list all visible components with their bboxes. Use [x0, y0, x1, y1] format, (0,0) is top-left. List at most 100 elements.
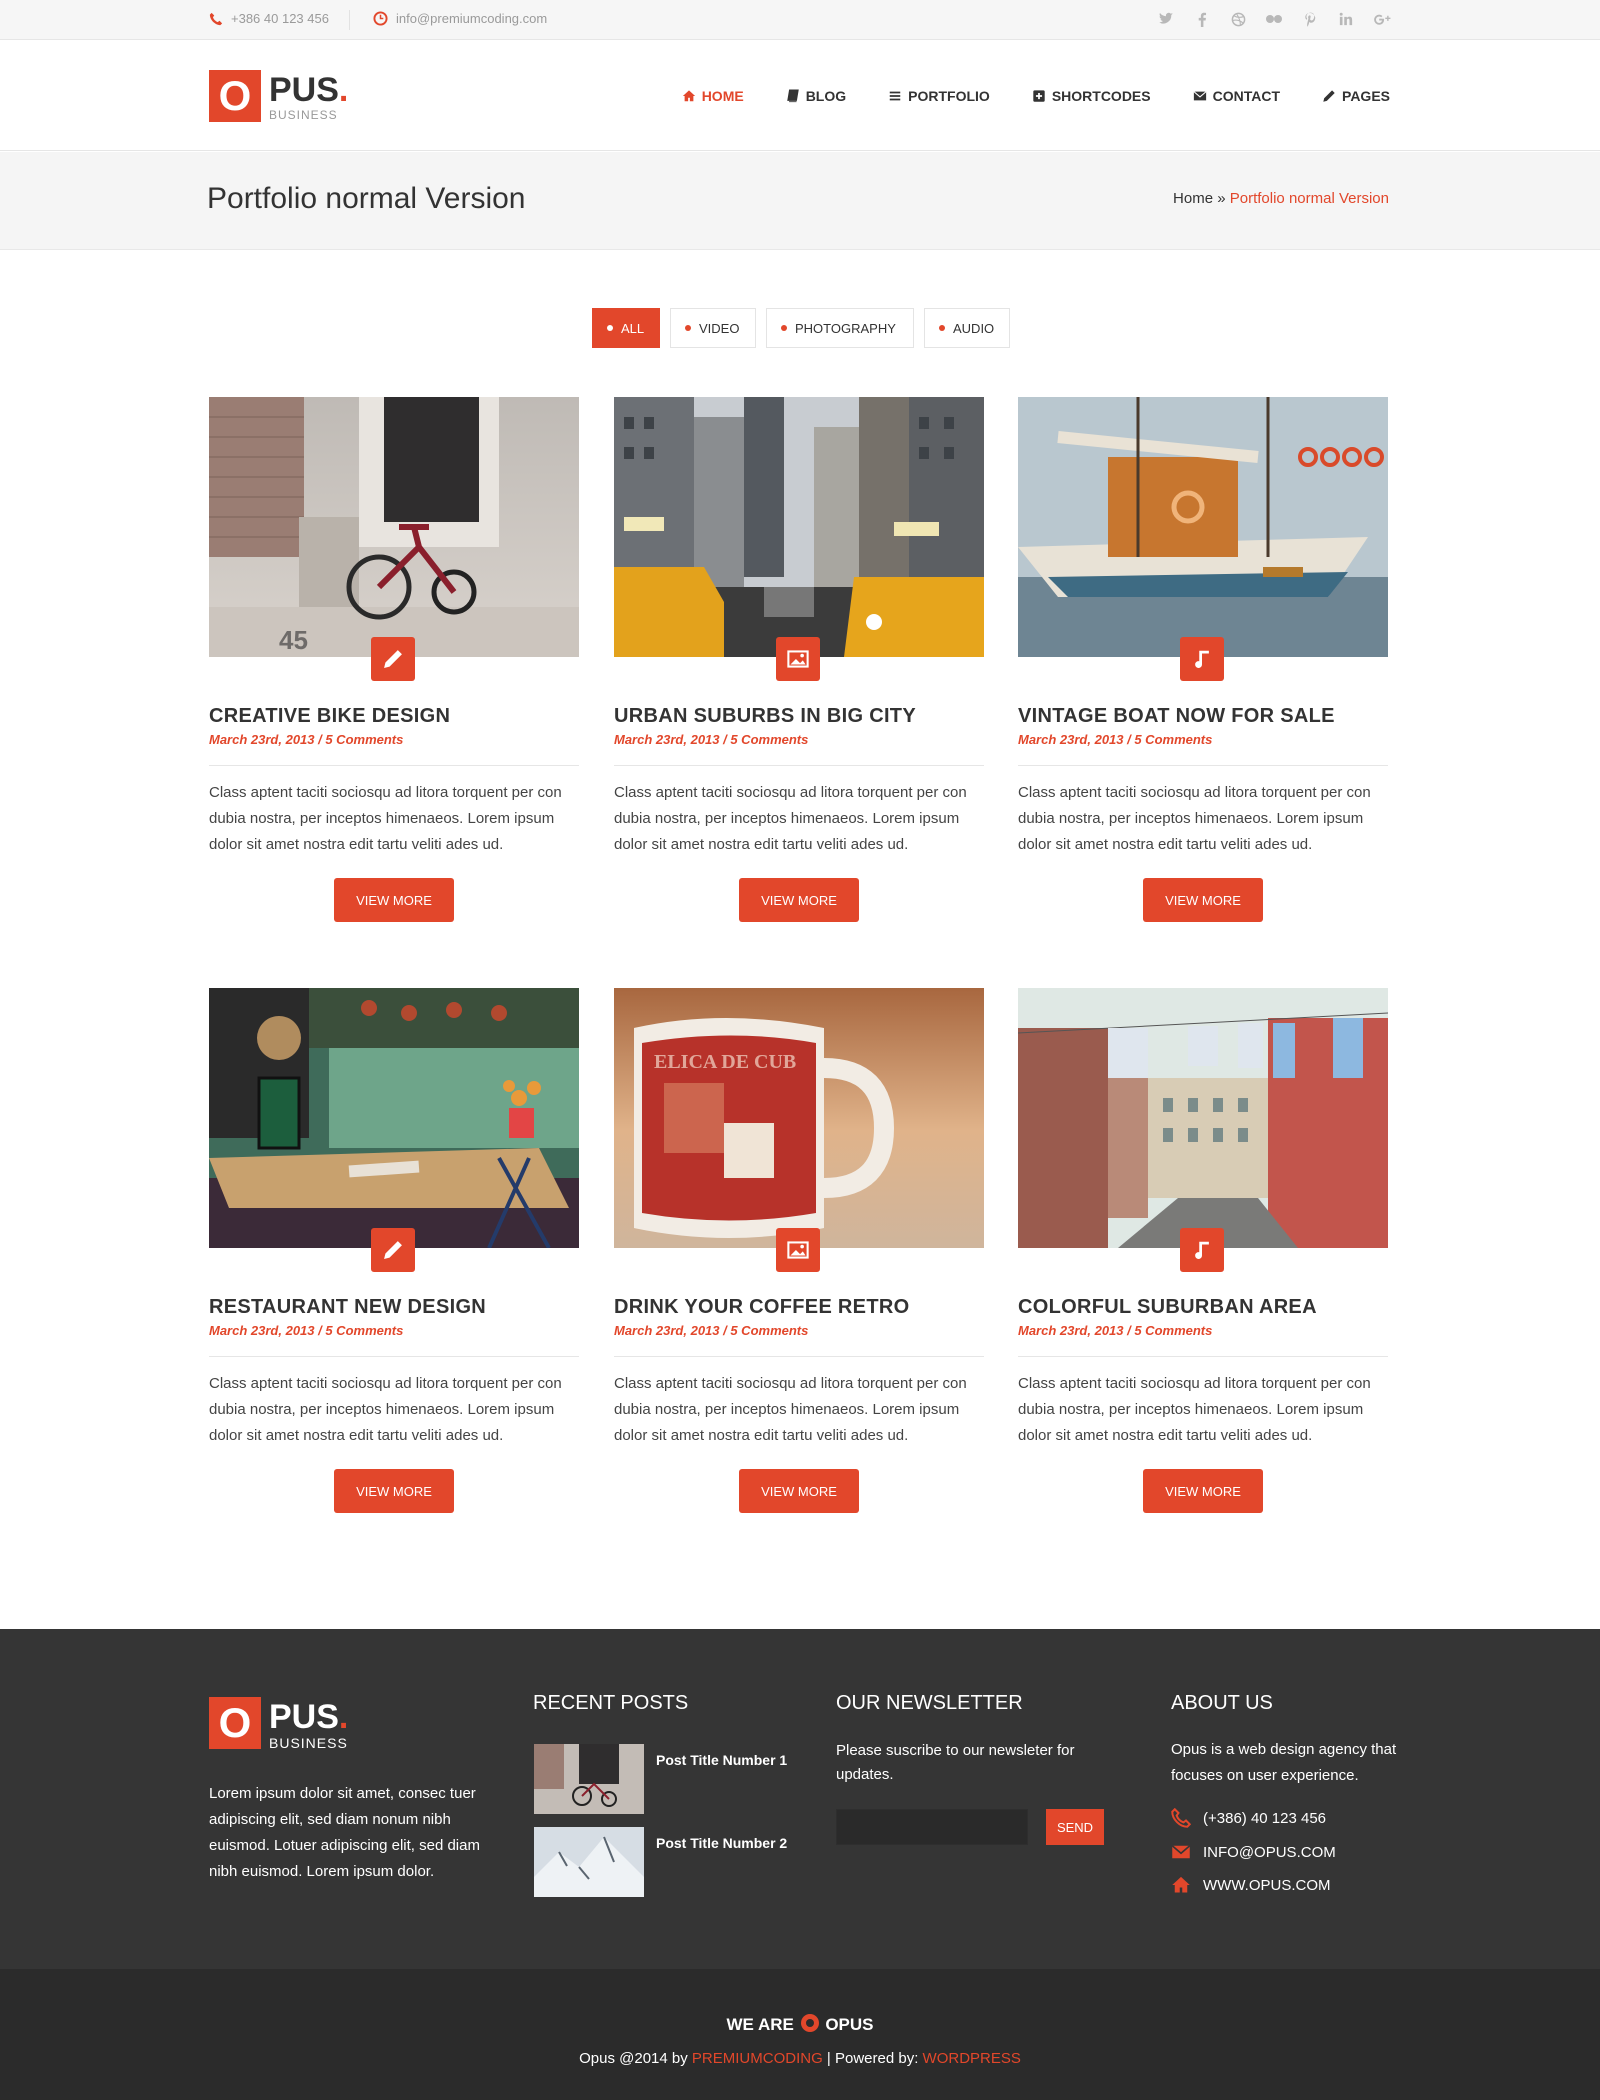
- card-divider: [614, 1356, 984, 1357]
- card-meta[interactable]: March 23rd, 2013 / 5 Comments: [614, 1323, 984, 1338]
- post-thumbnail: [534, 1827, 644, 1897]
- card-title[interactable]: RESTAURANT NEW DESIGN: [209, 1296, 579, 1319]
- card-excerpt: Class aptent taciti sociosqu ad litora t…: [1018, 784, 1371, 853]
- nav-pages-label: PAGES: [1342, 88, 1390, 104]
- nav-home[interactable]: HOME: [682, 88, 744, 104]
- card-image-restaurant[interactable]: [209, 988, 579, 1272]
- card-title[interactable]: URBAN SUBURBS IN BIG CITY: [614, 705, 984, 728]
- card-meta[interactable]: March 23rd, 2013 / 5 Comments: [614, 732, 984, 747]
- card-title[interactable]: CREATIVE BIKE DESIGN: [209, 705, 579, 728]
- about-heading: ABOUT US: [1171, 1692, 1273, 1714]
- card-excerpt: Class aptent taciti sociosqu ad litora t…: [209, 784, 562, 853]
- card-image-coffee-mug[interactable]: ELICA DE CUB: [614, 988, 984, 1272]
- bottom-bar: WE ARE OPUS Opus @2014 by PREMIUMCODING …: [0, 1969, 1600, 2100]
- breadcrumb-home[interactable]: Home: [1173, 190, 1213, 207]
- card-meta[interactable]: March 23rd, 2013 / 5 Comments: [1018, 732, 1388, 747]
- flickr-icon[interactable]: [1264, 9, 1284, 29]
- post-title[interactable]: Post Title Number 2: [656, 1835, 787, 1897]
- logo[interactable]: O PUS. BUSINESS: [209, 70, 348, 122]
- view-more-button[interactable]: VIEW MORE: [1143, 1469, 1263, 1513]
- card-type-badge: [371, 637, 415, 681]
- card-image-street[interactable]: [1017, 988, 1389, 1272]
- image-icon: [787, 1241, 809, 1259]
- newsletter-text: Please suscribe to our newsleter for upd…: [836, 1742, 1075, 1783]
- top-email-text: info@premiumcoding.com: [396, 11, 548, 26]
- view-more-button[interactable]: VIEW MORE: [334, 878, 454, 922]
- about-website[interactable]: WWW.OPUS.COM: [1171, 1875, 1331, 1895]
- about-email[interactable]: INFO@OPUS.COM: [1171, 1842, 1336, 1862]
- filter-photography-label: PHOTOGRAPHY: [795, 320, 896, 336]
- filter-video[interactable]: VIDEO: [670, 308, 756, 348]
- top-phone-text: +386 40 123 456: [231, 11, 329, 26]
- newsletter-heading: OUR NEWSLETTER: [836, 1692, 1023, 1714]
- wordpress-link[interactable]: WORDPRESS: [923, 2050, 1021, 2067]
- we-are-opus: WE ARE OPUS: [0, 2014, 1600, 2035]
- top-email[interactable]: info@premiumcoding.com: [373, 11, 547, 26]
- card-meta[interactable]: March 23rd, 2013 / 5 Comments: [209, 732, 579, 747]
- pencil-icon: [384, 1241, 402, 1259]
- dribbble-icon[interactable]: [1228, 9, 1248, 29]
- music-note-icon: [1195, 650, 1209, 669]
- logo-sub: BUSINESS: [269, 1735, 348, 1751]
- view-more-button[interactable]: VIEW MORE: [1143, 878, 1263, 922]
- card-divider: [209, 765, 579, 766]
- newsletter-email-input[interactable]: [836, 1809, 1028, 1845]
- copyright-mid: | Powered by:: [822, 2050, 923, 2067]
- recent-post[interactable]: Post Title Number 1: [534, 1744, 787, 1814]
- card-title[interactable]: COLORFUL SUBURBAN AREA: [1018, 1296, 1388, 1319]
- filter-audio[interactable]: AUDIO: [924, 308, 1010, 348]
- footer-about-text: Lorem ipsum dolor sit amet, consec tuer …: [209, 1785, 480, 1880]
- card-type-badge: [776, 637, 820, 681]
- card-divider: [209, 1356, 579, 1357]
- card-image-boat[interactable]: [1018, 397, 1388, 681]
- copyright: Opus @2014 by PREMIUMCODING | Powered by…: [0, 2050, 1600, 2067]
- portfolio-card: COLORFUL SUBURBAN AREA March 23rd, 2013 …: [1017, 988, 1389, 1513]
- card-title[interactable]: VINTAGE BOAT NOW FOR SALE: [1018, 705, 1388, 728]
- recent-post[interactable]: Post Title Number 2: [534, 1827, 787, 1897]
- card-title[interactable]: DRINK YOUR COFFEE RETRO: [614, 1296, 984, 1319]
- facebook-icon[interactable]: [1192, 9, 1212, 29]
- opus-o-icon: [800, 2014, 819, 2032]
- view-more-button[interactable]: VIEW MORE: [334, 1469, 454, 1513]
- logo-letter: O: [218, 72, 252, 119]
- logo-mark: O: [209, 1697, 261, 1749]
- premiumcoding-link[interactable]: PREMIUMCODING: [692, 2050, 823, 2067]
- bullet-icon: [781, 325, 787, 331]
- logo-wordmark: PUS. BUSINESS: [269, 70, 348, 121]
- envelope-icon: [1193, 91, 1207, 101]
- top-bar: +386 40 123 456 info@premiumcoding.com: [0, 0, 1600, 40]
- post-thumbnail: [534, 1744, 644, 1814]
- nav-contact[interactable]: CONTACT: [1193, 88, 1280, 104]
- we-are-text: WE ARE: [726, 2015, 794, 2034]
- card-meta[interactable]: March 23rd, 2013 / 5 Comments: [209, 1323, 579, 1338]
- view-more-button[interactable]: VIEW MORE: [739, 1469, 859, 1513]
- newsletter-send-button[interactable]: SEND: [1046, 1809, 1104, 1845]
- nav-portfolio[interactable]: PORTFOLIO: [888, 88, 990, 104]
- home-icon: [682, 90, 695, 102]
- post-title[interactable]: Post Title Number 1: [656, 1752, 787, 1814]
- nav-home-label: HOME: [701, 88, 744, 104]
- brand-text: OPUS: [825, 2015, 874, 2034]
- footer-logo[interactable]: O PUS. BUSINESS: [209, 1697, 348, 1750]
- google-plus-icon[interactable]: [1372, 9, 1392, 29]
- nav-shortcodes[interactable]: SHORTCODES: [1032, 88, 1151, 104]
- card-meta[interactable]: March 23rd, 2013 / 5 Comments: [1018, 1323, 1388, 1338]
- nav-portfolio-label: PORTFOLIO: [908, 88, 990, 104]
- card-image-city[interactable]: [614, 397, 984, 681]
- nav-pages[interactable]: PAGES: [1322, 88, 1390, 104]
- logo-sub: BUSINESS: [269, 108, 338, 122]
- nav-blog-label: BLOG: [805, 88, 847, 104]
- view-more-button[interactable]: VIEW MORE: [739, 878, 859, 922]
- twitter-icon[interactable]: [1156, 9, 1176, 29]
- divider: [349, 10, 350, 30]
- card-excerpt: Class aptent taciti sociosqu ad litora t…: [614, 1375, 967, 1444]
- about-text: Opus is a web design agency that focuses…: [1171, 1741, 1397, 1784]
- linkedin-icon[interactable]: [1336, 9, 1356, 29]
- pinterest-icon[interactable]: [1300, 9, 1320, 29]
- filter-photography[interactable]: PHOTOGRAPHY: [766, 308, 914, 348]
- portfolio-card: URBAN SUBURBS IN BIG CITY March 23rd, 20…: [614, 397, 984, 922]
- filter-all[interactable]: ALL: [592, 308, 660, 348]
- card-image-tricycle[interactable]: 45: [209, 397, 579, 681]
- card-excerpt: Class aptent taciti sociosqu ad litora t…: [209, 1375, 562, 1444]
- nav-blog[interactable]: BLOG: [786, 88, 846, 104]
